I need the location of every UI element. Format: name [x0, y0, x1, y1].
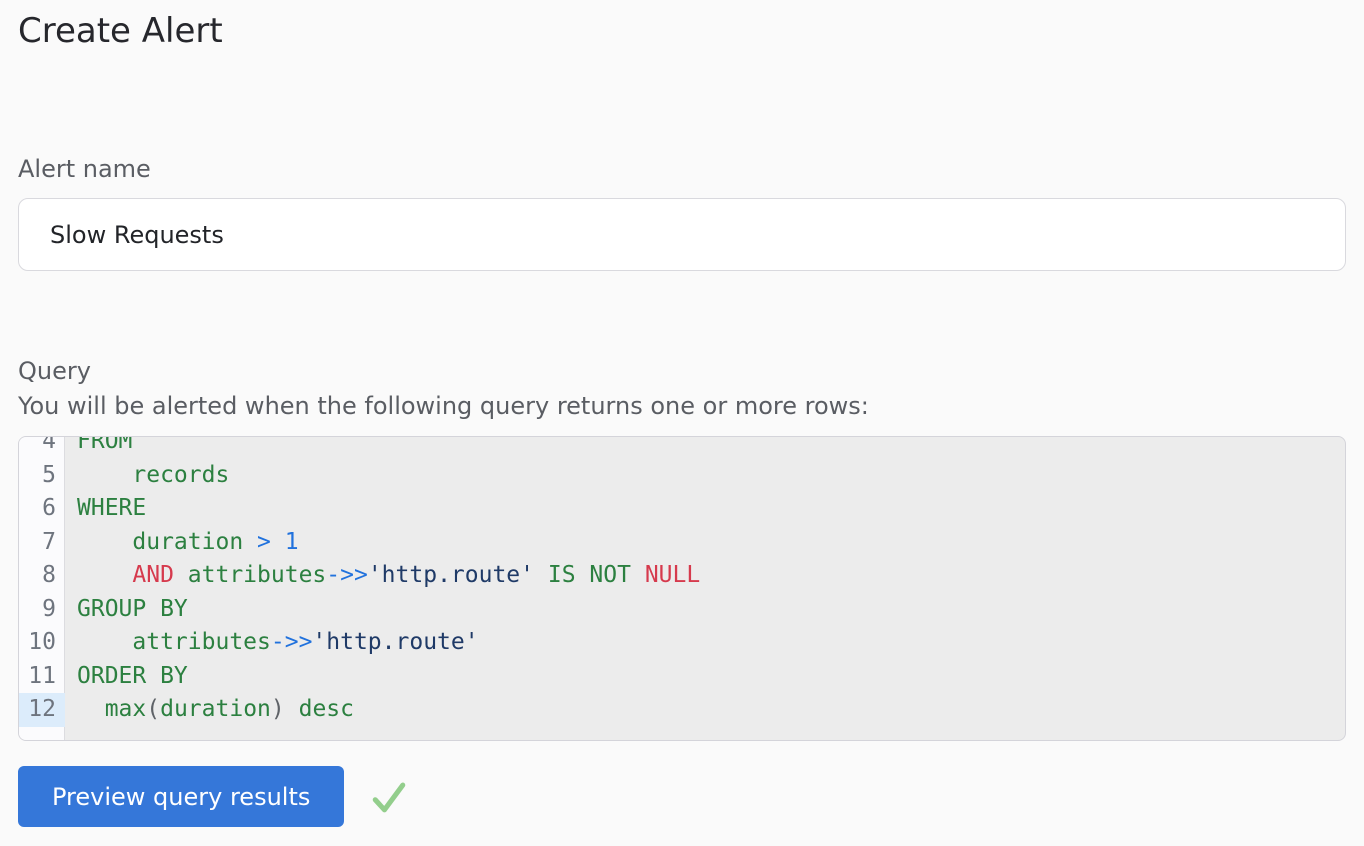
code-line[interactable]: 4FROM [19, 436, 1345, 459]
line-number: 12 [19, 693, 65, 727]
alert-name-input[interactable] [18, 198, 1346, 271]
code-line[interactable]: 8 AND attributes->>'http.route' IS NOT N… [19, 559, 1345, 593]
code-line[interactable]: 12 max(duration) desc [19, 693, 1345, 727]
sql-editor[interactable]: 4FROM5 records6WHERE7 duration > 18 AND … [18, 436, 1346, 741]
create-alert-page: Create Alert Alert name Query You will b… [0, 0, 1364, 827]
query-description: You will be alerted when the following q… [18, 390, 1346, 422]
code-line[interactable]: 6WHERE [19, 492, 1345, 526]
code-text: AND attributes->>'http.route' IS NOT NUL… [65, 559, 700, 593]
preview-query-button[interactable]: Preview query results [18, 766, 344, 827]
code-text: GROUP BY [65, 593, 188, 627]
alert-name-label: Alert name [18, 153, 1346, 185]
code-line[interactable]: 10 attributes->>'http.route' [19, 626, 1345, 660]
code-line[interactable]: 9GROUP BY [19, 593, 1345, 627]
code-line[interactable]: 5 records [19, 459, 1345, 493]
line-number: 11 [19, 660, 65, 694]
code-line[interactable]: 7 duration > 1 [19, 526, 1345, 560]
line-number: 10 [19, 626, 65, 660]
code-text: duration > 1 [65, 526, 299, 560]
actions-row: Preview query results [18, 766, 1346, 827]
line-number: 4 [19, 436, 65, 459]
code-text: attributes->>'http.route' [65, 626, 479, 660]
code-lines: 4FROM5 records6WHERE7 duration > 18 AND … [19, 436, 1345, 727]
code-text: max(duration) desc [65, 693, 354, 727]
check-icon [367, 775, 411, 819]
line-number: 8 [19, 559, 65, 593]
code-text: ORDER BY [65, 660, 188, 694]
line-number: 7 [19, 526, 65, 560]
code-text: WHERE [65, 492, 146, 526]
line-number: 5 [19, 459, 65, 493]
query-label: Query [18, 355, 1346, 387]
page-title: Create Alert [18, 0, 1346, 54]
code-line[interactable]: 11ORDER BY [19, 660, 1345, 694]
code-text: records [65, 459, 229, 493]
line-number: 6 [19, 492, 65, 526]
code-text: FROM [65, 436, 132, 459]
line-number: 9 [19, 593, 65, 627]
